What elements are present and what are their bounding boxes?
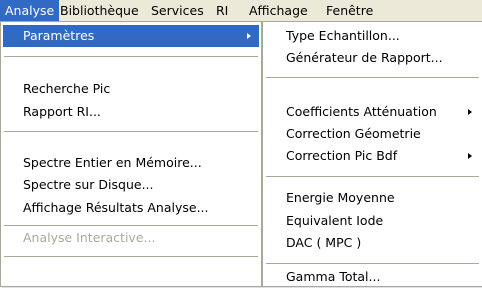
menu-separator (266, 176, 479, 177)
menuitem-correction-pic-bdf[interactable]: Correction Pic Bdf (265, 145, 480, 167)
menu-analyse[interactable]: Analyse (0, 0, 60, 21)
submenu-arrow-icon (247, 33, 251, 39)
menuitem-spectre-disque[interactable]: Spectre sur Disque... (3, 174, 259, 196)
menuitem-coefficients-label: Coefficients Atténuation (286, 104, 437, 119)
menuitem-analyse-interactive: Analyse Interactive... (23, 230, 156, 245)
menu-separator (4, 225, 258, 226)
menuitem-type-echantillon[interactable]: Type Echantillon... (265, 25, 480, 47)
menuitem-parametres[interactable]: Paramètres (3, 25, 259, 47)
menu-bar: Analyse Bibliothèque Services RI Afficha… (0, 0, 482, 22)
menu-separator (266, 77, 479, 78)
menuitem-dac-mpc[interactable]: DAC ( MPC ) (265, 232, 480, 254)
menu-services[interactable]: Services (146, 0, 209, 21)
menuitem-coefficients-attenuation[interactable]: Coefficients Atténuation (265, 101, 480, 123)
menu-bibliotheque[interactable]: Bibliothèque (55, 0, 144, 21)
menuitem-generateur-rapport[interactable]: Générateur de Rapport... (265, 47, 480, 69)
menuitem-affichage-resultats[interactable]: Affichage Résultats Analyse... (3, 197, 259, 219)
menu-affichage[interactable]: Affichage (244, 0, 313, 21)
menu-separator (4, 131, 258, 132)
menu-separator (266, 263, 479, 264)
menu-ri[interactable]: RI (211, 0, 233, 21)
menuitem-energie-moyenne[interactable]: Energie Moyenne (265, 187, 480, 209)
menuitem-recherche-pic[interactable]: Recherche Pic (3, 78, 259, 100)
menu-separator (4, 56, 258, 57)
menuitem-spectre-entier[interactable]: Spectre Entier en Mémoire... (3, 152, 259, 174)
submenu-arrow-icon (468, 153, 472, 159)
menuitem-correction-pic-label: Correction Pic Bdf (286, 148, 398, 163)
menuitem-equivalent-iode[interactable]: Equivalent Iode (265, 210, 480, 232)
menuitem-parametres-label: Paramètres (23, 28, 95, 43)
menuitem-gamma-total[interactable]: Gamma Total... (265, 266, 480, 288)
analyse-dropdown: Paramètres Recherche Pic Rapport RI... S… (0, 21, 262, 287)
submenu-arrow-icon (468, 109, 472, 115)
menuitem-rapport-ri[interactable]: Rapport RI... (3, 101, 259, 123)
menu-separator (4, 256, 258, 257)
menuitem-correction-geometrie[interactable]: Correction Géometrie (265, 123, 480, 145)
parametres-submenu: Type Echantillon... Générateur de Rappor… (262, 21, 482, 287)
menu-fenetre[interactable]: Fenêtre (321, 0, 378, 21)
